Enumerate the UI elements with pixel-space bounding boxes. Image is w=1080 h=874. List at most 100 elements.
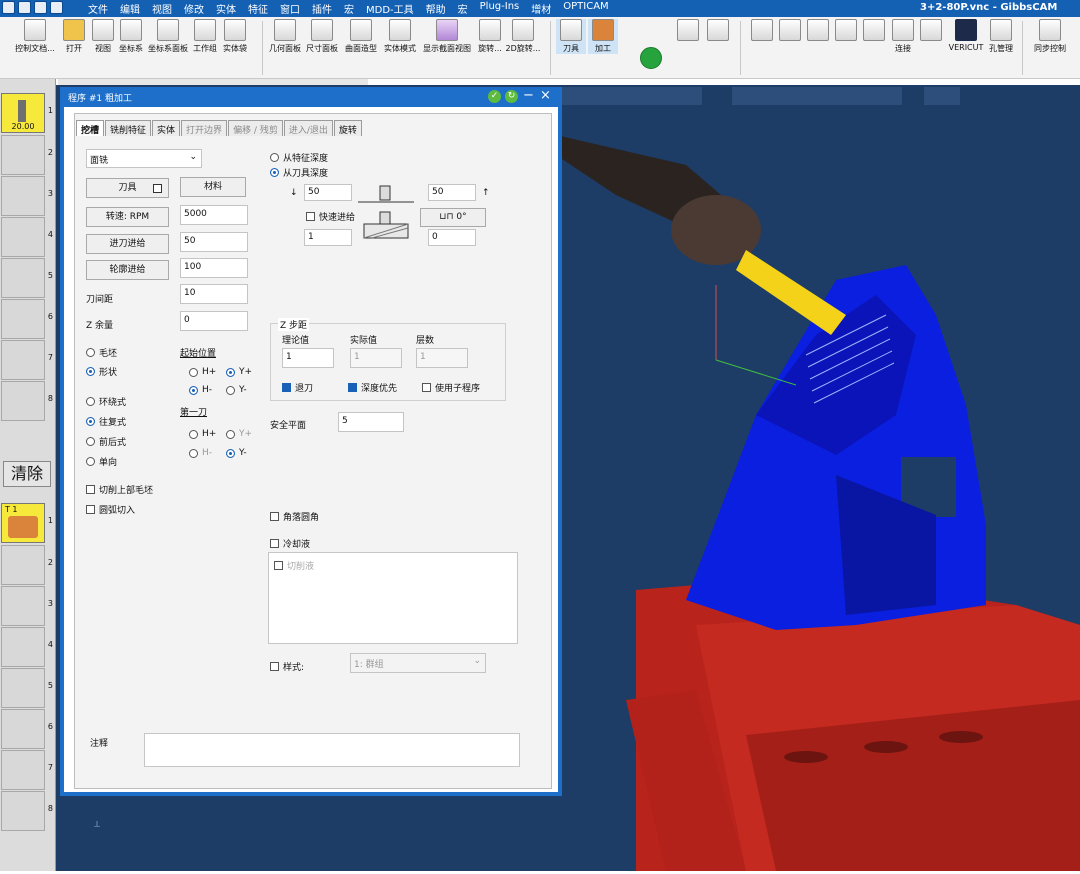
ribbon-g1[interactable] (676, 19, 700, 43)
radio-shape[interactable]: 形状 (86, 365, 117, 378)
tab-open-boundary[interactable]: 打开边界 (181, 120, 228, 136)
ribbon-control-doc[interactable]: 控制文档... (14, 19, 56, 54)
ribbon-sync-control[interactable]: 同步控制 (1028, 19, 1072, 54)
menu-additive[interactable]: 增材 (531, 1, 551, 16)
radio-start-h-plus[interactable]: H+ (189, 367, 216, 377)
menu-mdd-tools[interactable]: MDD-工具 (366, 1, 414, 16)
ribbon-section-view[interactable]: 显示截面视图 (419, 19, 475, 54)
z-step-theory-field[interactable]: 1 (282, 348, 334, 368)
ribbon-tool[interactable]: 刀具 (556, 19, 586, 54)
menu-opticam[interactable]: OPTICAM (563, 1, 608, 16)
stepover-field[interactable]: 10 (180, 284, 248, 304)
radio-first-h-plus[interactable]: H+ (189, 429, 216, 439)
z-stock-field[interactable]: 0 (180, 311, 248, 331)
ribbon-run[interactable] (640, 47, 662, 71)
radio-loop[interactable]: 环绕式 (86, 395, 126, 408)
close-icon[interactable]: × (539, 89, 552, 103)
ribbon-work-offset[interactable] (806, 19, 830, 43)
ribbon-xyz[interactable] (862, 19, 886, 43)
menu-plugins-cn[interactable]: 插件 (312, 1, 332, 16)
tab-solid[interactable]: 实体 (152, 120, 181, 136)
rapid-in-checkbox[interactable]: 快速进给 (306, 210, 355, 223)
contour-feed-field[interactable]: 100 (180, 258, 248, 278)
tool-checkbox[interactable] (153, 184, 162, 193)
coolant-checkbox[interactable]: 冷却液 (270, 537, 310, 550)
radio-first-h-minus[interactable]: H- (189, 448, 212, 458)
ribbon-csys[interactable]: 坐标系 (117, 19, 145, 54)
angle-button[interactable]: ⊔⊓ 0° (420, 208, 486, 227)
operation-slot[interactable]: 8 (1, 791, 53, 831)
operation-slot[interactable]: 4 (1, 627, 53, 667)
menu-window[interactable]: 窗口 (280, 1, 300, 16)
menu-solid[interactable]: 实体 (216, 1, 236, 16)
menu-plugins[interactable]: Plug-Ins (480, 1, 520, 16)
tool-slot[interactable]: 6 (1, 299, 53, 339)
tool-slot[interactable]: 2 (1, 135, 53, 175)
cut-top-stock-checkbox[interactable]: 切削上部毛坯 (86, 483, 153, 496)
refresh-icon[interactable]: ↻ (505, 90, 518, 103)
feed-button[interactable]: 进刀进给 (86, 234, 169, 254)
tab-rotate[interactable]: 旋转 (333, 120, 362, 136)
menu-feature[interactable]: 特征 (248, 1, 268, 16)
ribbon-geometry-panel[interactable]: 几何面板 (267, 19, 303, 54)
ribbon-dimension-panel[interactable]: 尺寸面板 (304, 19, 340, 54)
tool-slot[interactable]: 5 (1, 258, 53, 298)
ribbon-rotate[interactable]: 旋转... (476, 19, 504, 54)
safe-plane-field[interactable]: 5 (338, 412, 404, 432)
tab-offset[interactable]: 偏移 / 残剪 (228, 120, 283, 136)
app-icon[interactable] (2, 1, 15, 14)
radio-start-y-minus[interactable]: Y- (226, 385, 247, 395)
ribbon-csys-panel[interactable]: 坐标系面板 (146, 19, 190, 54)
material-button[interactable]: 材料 (180, 177, 246, 197)
radio-stock[interactable]: 毛坯 (86, 346, 117, 359)
corner-round-checkbox[interactable]: 角落圆角 (270, 510, 319, 523)
ribbon-vericut[interactable]: VERICUT (946, 19, 986, 52)
tool-slot[interactable]: 20.00 1 (1, 93, 53, 133)
operation-slot[interactable]: 7 (1, 750, 53, 790)
ribbon-open[interactable]: 打开 (60, 19, 88, 54)
ribbon-workgroup[interactable]: 工作组 (191, 19, 219, 54)
notes-field[interactable] (144, 733, 520, 767)
depth-top-right-field[interactable]: 50 (428, 184, 476, 201)
menu-edit[interactable]: 编辑 (120, 1, 140, 16)
radio-zigzag[interactable]: 往复式 (86, 415, 126, 428)
minimize-icon[interactable]: − (522, 89, 535, 103)
menu-modify[interactable]: 修改 (184, 1, 204, 16)
ribbon-csys-rotate[interactable] (750, 19, 774, 43)
radio-depth-from-tool[interactable]: 从刀具深度 (270, 166, 328, 179)
use-subprogram-checkbox[interactable]: 使用子程序 (422, 381, 480, 394)
menu-view[interactable]: 视图 (152, 1, 172, 16)
operation-slot[interactable]: 3 (1, 586, 53, 626)
cutting-fluid-checkbox[interactable]: 切削液 (274, 559, 314, 572)
tool-slot[interactable]: 8 (1, 381, 53, 421)
radio-start-h-minus[interactable]: H- (189, 385, 212, 395)
radio-one-way[interactable]: 单向 (86, 455, 117, 468)
operation-slot[interactable]: T 11 (1, 503, 53, 543)
operation-slot[interactable]: 5 (1, 668, 53, 708)
ribbon-solid-bag[interactable]: 实体袋 (220, 19, 250, 54)
radio-depth-from-feature[interactable]: 从特征深度 (270, 151, 328, 164)
radio-back-forth[interactable]: 前后式 (86, 435, 126, 448)
style-select[interactable]: 1: 群组 ⌄ (350, 653, 486, 673)
operation-slot[interactable]: 6 (1, 709, 53, 749)
style-checkbox[interactable]: 样式: (270, 660, 304, 673)
save-icon[interactable] (18, 1, 31, 14)
tab-entry-exit[interactable]: 进入/退出 (283, 120, 333, 136)
radio-first-y-plus[interactable]: Y+ (226, 429, 252, 439)
undo-icon[interactable] (34, 1, 47, 14)
tab-mill-feature[interactable]: 铣削特征 (105, 120, 152, 136)
ribbon-machining[interactable]: 加工 (588, 19, 618, 54)
radio-start-y-plus[interactable]: Y+ (226, 367, 252, 377)
retract-checkbox[interactable]: 退刀 (282, 381, 313, 394)
redo-icon[interactable] (50, 1, 63, 14)
ribbon-dial[interactable] (918, 19, 944, 43)
arc-entry-checkbox[interactable]: 圆弧切入 (86, 503, 135, 516)
contour-feed-button[interactable]: 轮廓进给 (86, 260, 169, 280)
operation-slot[interactable]: 2 (1, 545, 53, 585)
ribbon-view[interactable]: 视图 (90, 19, 116, 54)
rpm-button[interactable]: 转速: RPM (86, 207, 169, 227)
menu-file[interactable]: 文件 (88, 1, 108, 16)
ribbon-post[interactable] (706, 19, 730, 43)
menu-help[interactable]: 帮助 (426, 1, 446, 16)
tool-slot[interactable]: 4 (1, 217, 53, 257)
